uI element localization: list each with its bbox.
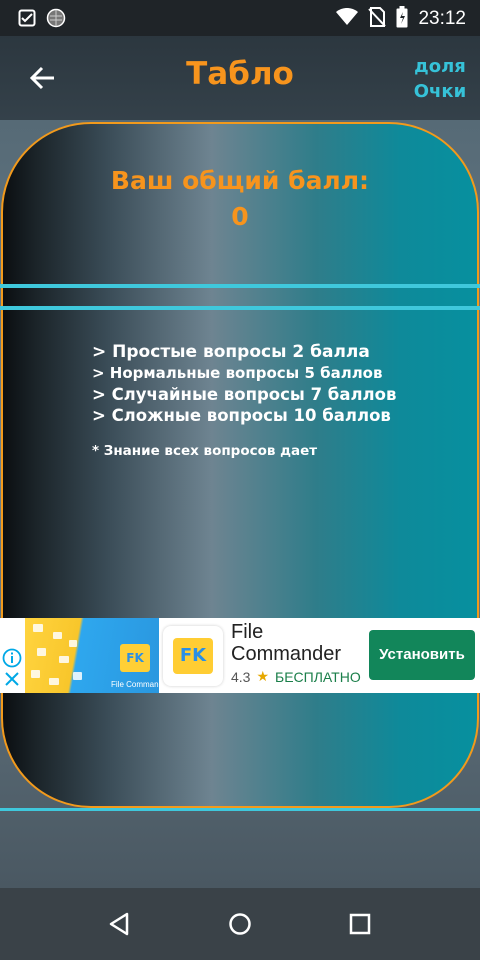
ad-rating: 4.3 (231, 668, 251, 685)
ad-banner[interactable]: FK File Commander FK File Commander 4.3 … (0, 618, 480, 693)
status-bar: 23:12 (0, 0, 480, 36)
share-points-button[interactable]: доля Очки (410, 54, 470, 104)
status-time: 23:12 (418, 8, 466, 29)
share-label: доля (414, 56, 466, 77)
no-sim-icon (368, 7, 387, 31)
rules-note: * Знание всех вопросов дает (92, 443, 318, 459)
ad-app-logo[interactable]: FK (163, 626, 223, 686)
file-commander-logo-icon: FK (173, 638, 213, 674)
points-label: Очки (413, 81, 467, 102)
score-label: Ваш общий балл: (110, 166, 370, 195)
nav-back-button[interactable] (106, 910, 134, 938)
main-content: Ваш общий балл: 0 > Простые вопросы 2 ба… (0, 120, 480, 888)
bottom-divider-line (0, 808, 480, 811)
globe-icon (46, 8, 66, 32)
recents-square-icon (349, 913, 371, 935)
app-bar: Табло доля Очки (0, 36, 480, 120)
rules-list: > Простые вопросы 2 балла > Нормальные в… (92, 342, 396, 426)
ad-image-logo: FK (120, 644, 150, 672)
page-title: Табло (186, 56, 294, 92)
star-icon: ★ (256, 668, 270, 684)
system-nav-bar (0, 888, 480, 960)
rule-item: > Сложные вопросы 10 баллов (92, 406, 391, 425)
ad-close-icon[interactable] (4, 671, 20, 687)
rule-item: > Случайные вопросы 7 баллов (92, 385, 397, 404)
scoreboard-card: Ваш общий балл: 0 (1, 122, 479, 808)
ad-price: БЕСПЛАТНО (275, 668, 361, 685)
ad-info-icon[interactable] (2, 648, 22, 668)
divider-line (0, 284, 480, 288)
ad-image-caption: File Commander (111, 680, 159, 689)
ad-meta: 4.3 ★ БЕСПЛАТНО (231, 668, 361, 685)
checklist-icon (18, 9, 36, 31)
ad-promo-image[interactable]: FK File Commander (25, 618, 159, 693)
ad-app-name[interactable]: File Commander (231, 621, 361, 665)
nav-home-button[interactable] (226, 910, 254, 938)
score-value: 0 (231, 202, 249, 231)
nav-recents-button[interactable] (346, 910, 374, 938)
back-triangle-icon (109, 912, 129, 936)
rule-item: > Нормальные вопросы 5 баллов (92, 364, 383, 382)
battery-icon (396, 6, 408, 32)
rule-item: > Простые вопросы 2 балла (92, 342, 370, 362)
install-button[interactable]: Установить (369, 630, 475, 680)
wifi-icon (336, 7, 359, 30)
home-circle-icon (229, 913, 251, 935)
divider-line (0, 306, 480, 310)
